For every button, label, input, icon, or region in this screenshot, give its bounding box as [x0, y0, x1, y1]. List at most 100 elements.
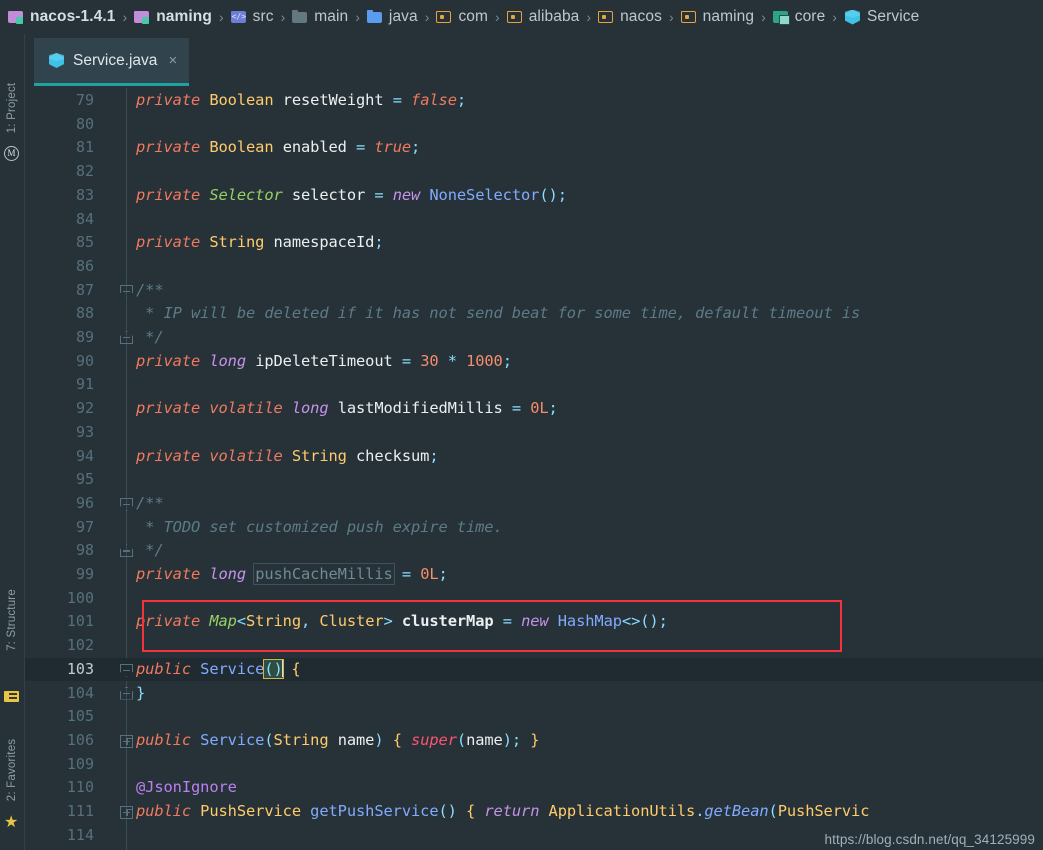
breadcrumb-label: java	[388, 8, 418, 25]
code-line: private Selector selector = new NoneSele…	[136, 185, 567, 204]
code-line: private long pushCacheMillis = 0L;	[136, 563, 448, 585]
line-number: 84	[75, 209, 94, 228]
line-number: 91	[75, 375, 94, 394]
fold-end-icon[interactable]	[118, 542, 135, 559]
module-icon	[134, 9, 150, 25]
code-line: * TODO set customized push expire time.	[136, 517, 503, 536]
tab-service-java[interactable]: Service.java ×	[34, 38, 190, 86]
breadcrumb-label: alibaba	[528, 8, 580, 25]
breadcrumb-separator: ›	[355, 9, 360, 25]
line-number: 109	[66, 754, 94, 773]
code-line: */	[136, 541, 164, 560]
breadcrumb-item-naming-package[interactable]: naming	[680, 0, 755, 34]
package-icon	[598, 9, 614, 25]
code-line: public PushService getPushService() { re…	[136, 802, 870, 820]
code-line: public Service(String name) { super(name…	[136, 730, 540, 749]
code-line: /**	[136, 280, 164, 299]
line-number: 97	[75, 517, 94, 536]
line-number: 100	[66, 588, 94, 607]
java-class-icon	[48, 52, 65, 69]
code-line: public Service() {	[136, 658, 301, 679]
source-root-icon	[230, 9, 247, 25]
breadcrumb-item-service[interactable]: Service	[844, 0, 919, 34]
breadcrumb-item-java[interactable]: java	[366, 0, 418, 34]
ide-window: nacos-1.4.1 › naming › src › main › java…	[0, 0, 1043, 850]
package-icon	[506, 9, 523, 25]
breadcrumb-separator: ›	[495, 9, 500, 25]
code-line: private String namespaceId;	[136, 233, 384, 252]
code-line: private volatile long lastModifiedMillis…	[136, 399, 558, 418]
left-tool-window-strip: 1: Project 7: Structure 2: Favorites	[0, 34, 25, 850]
line-number: 99	[75, 565, 94, 583]
editor-tab-row: Service.java ×	[25, 34, 1043, 90]
line-number: 87	[75, 280, 94, 299]
sidebar-item-project[interactable]: 1: Project	[6, 83, 18, 134]
line-number: 90	[75, 351, 94, 370]
breadcrumb-label: main	[314, 8, 349, 25]
fold-expand-icon[interactable]	[118, 804, 135, 821]
line-number: 94	[75, 446, 94, 465]
line-number: 114	[66, 825, 94, 844]
code-line: * IP will be deleted if it has not send …	[136, 304, 861, 323]
line-number: 85	[75, 233, 94, 252]
line-number: 106	[66, 730, 94, 749]
fold-expand-icon[interactable]	[118, 733, 135, 750]
breadcrumb-item-core[interactable]: core	[772, 0, 826, 34]
code-line: /**	[136, 493, 164, 512]
line-number: 81	[75, 138, 94, 157]
folder-gray-icon	[292, 9, 308, 25]
line-number: 102	[66, 636, 94, 655]
code-editor[interactable]: 79 80 81 82 83 84 85 86 87 88 89 90 91 9…	[25, 88, 1043, 850]
line-number: 88	[75, 304, 94, 323]
maven-icon[interactable]	[4, 146, 20, 162]
line-number: 86	[75, 256, 94, 275]
star-icon[interactable]	[4, 814, 20, 832]
fold-collapse-icon[interactable]	[118, 662, 135, 679]
breadcrumb-label: Service	[866, 8, 920, 25]
sidebar-item-favorites[interactable]: 2: Favorites	[6, 739, 18, 801]
breadcrumb-label: naming	[702, 8, 755, 25]
breadcrumb-item-main[interactable]: main	[292, 0, 348, 34]
folder-blue-icon	[366, 9, 383, 25]
fold-end-icon[interactable]	[118, 685, 135, 702]
close-icon[interactable]: ×	[168, 53, 177, 68]
fold-collapse-icon[interactable]	[118, 496, 135, 513]
breadcrumb-separator: ›	[832, 9, 837, 25]
breadcrumb-item-nacos-1-4-1[interactable]: nacos-1.4.1	[8, 0, 116, 34]
breadcrumb-separator: ›	[586, 9, 592, 25]
breadcrumb-item-src[interactable]: src	[230, 0, 274, 34]
java-class-icon	[844, 9, 861, 26]
package-icon	[436, 9, 452, 25]
line-number: 92	[75, 399, 94, 418]
fold-collapse-icon[interactable]	[118, 283, 135, 300]
code-line: private Boolean enabled = true;	[136, 138, 421, 157]
structure-icon[interactable]	[4, 689, 20, 705]
breadcrumb-separator: ›	[218, 9, 224, 25]
breadcrumb-item-naming-module[interactable]: naming	[134, 0, 212, 34]
code-line: private volatile String checksum;	[136, 446, 439, 465]
code-line: */	[136, 328, 164, 346]
code-line: @JsonIgnore	[136, 778, 237, 797]
line-number: 110	[66, 778, 94, 797]
breadcrumb-label: nacos-1.4.1	[30, 8, 116, 25]
breadcrumb-separator: ›	[761, 9, 766, 25]
line-number: 83	[75, 185, 94, 204]
line-number: 111	[66, 802, 94, 820]
code-text-area[interactable]: private Boolean resetWeight = false; pri…	[136, 88, 1043, 850]
fold-end-icon[interactable]	[118, 329, 135, 346]
line-number: 96	[75, 493, 94, 512]
package-teal-icon	[772, 9, 790, 25]
breadcrumb-item-alibaba[interactable]: alibaba	[506, 0, 580, 34]
line-number: 103	[66, 659, 94, 678]
breadcrumb-separator: ›	[424, 9, 430, 25]
code-line: private long ipDeleteTimeout = 30 * 1000…	[136, 351, 512, 370]
line-number: 105	[66, 707, 94, 726]
code-line: private Boolean resetWeight = false;	[136, 91, 467, 109]
breadcrumb-item-com[interactable]: com	[436, 0, 488, 34]
tab-label: Service.java	[73, 51, 158, 69]
module-icon	[8, 9, 24, 25]
breadcrumb-label: nacos	[620, 8, 662, 25]
sidebar-item-structure[interactable]: 7: Structure	[6, 589, 18, 651]
line-number: 95	[75, 470, 94, 489]
breadcrumb-item-nacos[interactable]: nacos	[598, 0, 662, 34]
